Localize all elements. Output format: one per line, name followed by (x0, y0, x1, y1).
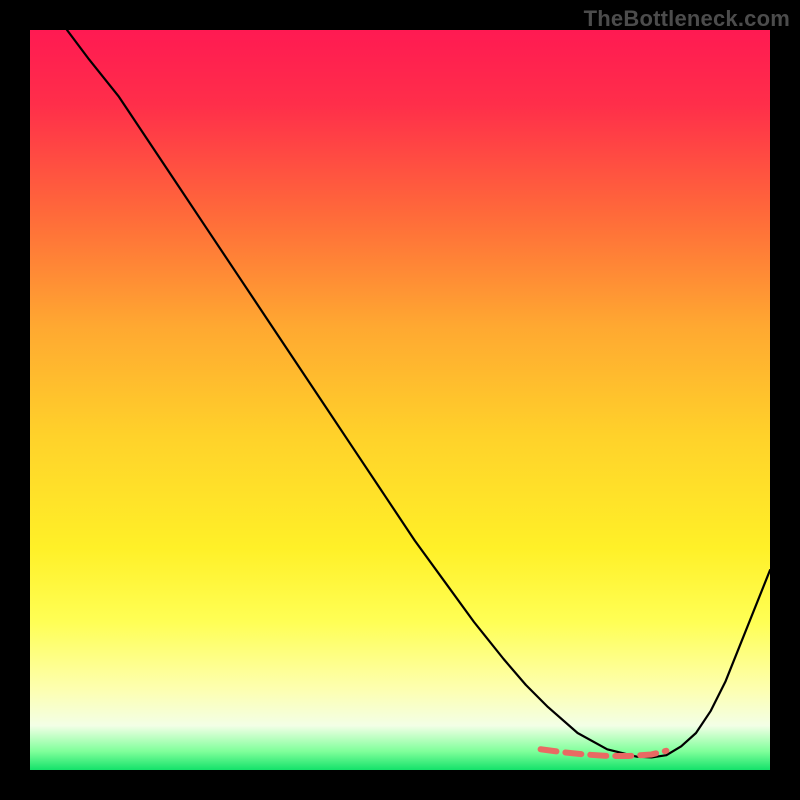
chart-svg (30, 30, 770, 770)
gradient-background (30, 30, 770, 770)
watermark-text: TheBottleneck.com (584, 6, 790, 32)
plot-area (30, 30, 770, 770)
chart-container: TheBottleneck.com (0, 0, 800, 800)
